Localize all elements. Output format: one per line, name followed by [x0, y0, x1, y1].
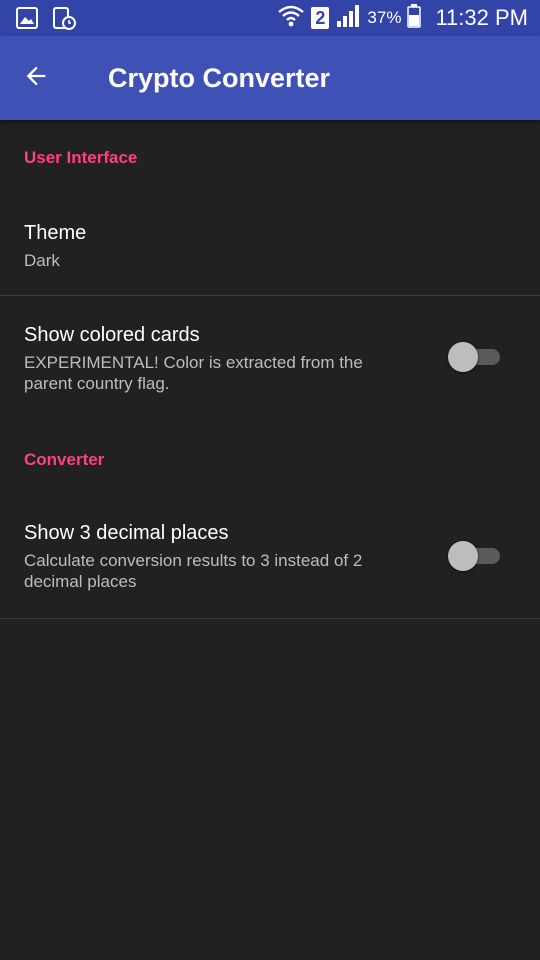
pref-decimal-places-summary: Calculate conversion results to 3 instea…	[24, 551, 363, 591]
app-bar: Crypto Converter	[0, 36, 540, 120]
status-bar-left	[16, 6, 76, 35]
switch-thumb	[448, 541, 478, 571]
battery-percent: 37%	[367, 8, 402, 27]
pref-decimal-places-title: Show 3 decimal places	[24, 522, 229, 544]
signal-icon	[335, 4, 361, 33]
pref-colored-cards-summary: EXPERIMENTAL! Color is extracted from th…	[24, 353, 363, 393]
screenshot-icon	[52, 6, 76, 35]
switch-thumb	[448, 342, 478, 372]
sim-icon: 2	[311, 7, 330, 29]
status-bar-right: 2 37% 11:32 PM	[277, 0, 528, 36]
wifi-icon	[277, 3, 305, 34]
divider	[0, 618, 540, 619]
colored-cards-switch[interactable]	[448, 342, 502, 372]
page-title: Crypto Converter	[108, 63, 331, 93]
pref-theme[interactable]: Theme Dark	[0, 190, 540, 296]
back-button[interactable]	[16, 58, 56, 98]
pref-colored-cards[interactable]: Show colored cards EXPERIMENTAL! Color i…	[0, 296, 540, 416]
status-bar: 2 37% 11:32 PM	[0, 0, 540, 36]
pref-decimal-places[interactable]: Show 3 decimal places Calculate conversi…	[0, 494, 540, 618]
settings-screen: 2 37% 11:32 PM Crypto Converter User Int…	[0, 0, 540, 960]
category-user-interface: User Interface	[24, 148, 138, 167]
clock: 11:32 PM	[435, 5, 528, 30]
decimal-places-switch[interactable]	[448, 541, 502, 571]
battery-icon	[407, 3, 422, 33]
pref-colored-cards-title: Show colored cards	[24, 324, 200, 346]
arrow-back-icon	[22, 62, 50, 95]
gallery-icon	[16, 7, 38, 34]
category-converter: Converter	[24, 450, 105, 469]
pref-theme-title: Theme	[24, 222, 87, 244]
pref-theme-summary: Dark	[24, 251, 60, 270]
